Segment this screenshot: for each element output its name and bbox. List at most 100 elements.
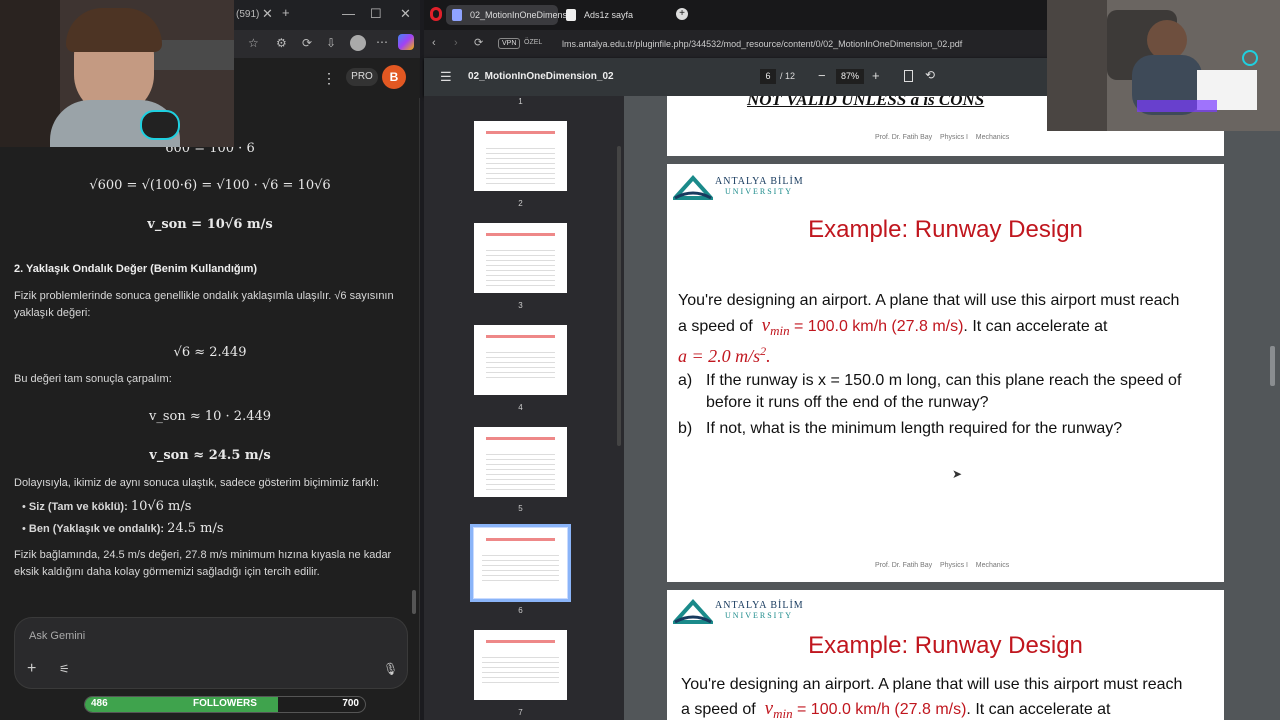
ask-gemini-box[interactable]: Ask Gemini + ⚟ 🎙: [14, 617, 408, 689]
slide-intro-line1: You're designing an airport. A plane tha…: [681, 676, 1183, 693]
microphone-icon[interactable]: 🎙: [383, 662, 398, 676]
followers-current: 486: [91, 698, 108, 709]
opera-logo-icon[interactable]: [430, 7, 442, 21]
paragraph-3: Dolayısıyla, ikimiz de aynı sonuca ulaşt…: [14, 477, 379, 489]
mouse-cursor-icon: ➤: [952, 467, 963, 481]
fit-page-icon[interactable]: [904, 70, 913, 82]
microphone-device: [140, 110, 180, 140]
thumb-number: 7: [518, 708, 523, 717]
followers-goal-bar: 486 FOLLOWERS 700: [84, 696, 366, 713]
thumb-number: 2: [518, 199, 523, 208]
thumbnail-page[interactable]: [474, 223, 567, 293]
question-b: If not, what is the minimum length requi…: [706, 420, 1123, 437]
paragraph-4: Fizik bağlamında, 24.5 m/s değeri, 27.8 …: [14, 549, 392, 578]
equation-5: v_son ≈ 10 · 2.449: [148, 409, 272, 424]
equation-6: v_son ≈ 24.5 m/s: [149, 448, 271, 463]
new-tab-icon[interactable]: +: [282, 5, 290, 20]
bullet-item: • Siz (Tam ve köklü): 10√6 m/s: [22, 499, 192, 514]
logo-text-line2: UNIVERSITY: [725, 611, 793, 620]
paragraph-1: Fizik problemlerinde sonuca genellikle o…: [14, 290, 394, 319]
pdf-page-current: ANTALYA BİLİM UNIVERSITY Example: Runway…: [667, 164, 1224, 582]
webcam-overlay-2: [1047, 0, 1280, 131]
paragraph-2: Bu değeri tam sonuçla çarpalım:: [14, 373, 172, 385]
new-tab-icon[interactable]: +: [676, 8, 688, 20]
sync-icon[interactable]: ⟳: [302, 36, 312, 50]
webcam-overlay: [0, 0, 234, 147]
sidebar-menu-icon[interactable]: ☰: [440, 69, 452, 85]
thumbnail-page[interactable]: [474, 630, 567, 700]
equation-2: √600 = √(100·6) = √100 · √6 = 10√6: [89, 178, 331, 193]
zoom-out-icon[interactable]: −: [818, 68, 826, 83]
tab-label: Ads1z sayfa: [584, 10, 634, 20]
plus-icon[interactable]: +: [27, 660, 36, 678]
keyboard-light: [1137, 100, 1217, 112]
question-a-line1: If the runway is x = 150.0 m long, can t…: [706, 372, 1182, 389]
back-icon[interactable]: ‹: [432, 37, 436, 49]
url-field[interactable]: lms.antalya.edu.tr/pluginfile.php/344532…: [562, 39, 962, 49]
ask-input[interactable]: Ask Gemini: [29, 630, 85, 642]
minimize-icon[interactable]: —: [342, 6, 355, 21]
tab-label: 02_MotionInOneDimensio: [470, 10, 575, 20]
bullet-item: • Ben (Yaklaşık ve ondalık): 24.5 m/s: [22, 521, 224, 536]
thumbnail-page-active[interactable]: [474, 528, 567, 598]
page-number-input[interactable]: 6: [760, 69, 776, 84]
university-logo: [670, 598, 716, 629]
kebab-menu-icon[interactable]: ⋮: [322, 70, 336, 87]
pdf-page-next: ANTALYA BİLİM UNIVERSITY Example: Runway…: [667, 590, 1224, 720]
page-total: / 12: [780, 71, 796, 81]
close-window-icon[interactable]: ✕: [400, 6, 411, 22]
zoom-field[interactable]: 87%: [836, 69, 864, 84]
bullet-value: 10√6 m/s: [130, 499, 192, 514]
extension-icon[interactable]: ⚙: [276, 36, 287, 50]
forward-icon[interactable]: ›: [454, 37, 458, 49]
logo-text-line1: ANTALYA BİLİM: [715, 600, 804, 611]
close-tab-icon[interactable]: ✕: [262, 6, 273, 22]
thumb-number: 5: [518, 504, 523, 513]
question-b-label: b): [678, 420, 693, 437]
tab-count: (591): [236, 9, 260, 20]
footer: Prof. Dr. Fatih Bay Physics I Mechanics: [875, 562, 1010, 569]
tools-icon[interactable]: ⚟: [59, 662, 70, 676]
zoom-in-icon[interactable]: +: [872, 68, 880, 83]
scrollbar[interactable]: [412, 590, 416, 614]
headphones: [1242, 50, 1258, 66]
logo-text-line2: UNIVERSITY: [725, 187, 793, 196]
maximize-icon[interactable]: ☐: [370, 6, 382, 22]
tab-blank[interactable]: Ads1z sayfa: [560, 5, 670, 25]
logo-text-line1: ANTALYA BİLİM: [715, 176, 804, 187]
reload-icon[interactable]: ⟳: [474, 36, 483, 49]
thumbnail-sidebar: 1 2 3 4 5 6 7: [424, 96, 624, 720]
vpn-badge[interactable]: VPN: [498, 38, 521, 49]
viewer-scrollbar[interactable]: [1270, 346, 1275, 386]
avatar[interactable]: B: [382, 65, 406, 89]
thumbnail-scrollbar[interactable]: [617, 146, 621, 446]
download-icon[interactable]: ⇩: [326, 36, 336, 50]
footer: Prof. Dr. Fatih Bay Physics I Mechanics: [875, 134, 1010, 141]
rotate-icon[interactable]: ⟲: [925, 68, 935, 82]
bullet-label: Siz (Tam ve köklü):: [28, 501, 128, 513]
question-a-label: a): [678, 372, 693, 389]
previous-page-title: NOT VALID UNLESS a is CONS: [747, 96, 985, 109]
tab-pdf[interactable]: 02_MotionInOneDimensio: [446, 5, 574, 25]
thumbnail-page[interactable]: [474, 427, 567, 497]
gemini-window: (591) ✕ + — ☐ ✕ ☆ ⚙ ⟳ ⇩ ⋯ ⋮ PRO B 600 = …: [0, 0, 420, 720]
thumb-number: 6: [518, 606, 523, 615]
followers-label: FOLLOWERS: [193, 698, 257, 709]
university-logo: [670, 174, 716, 205]
menu-icon[interactable]: ⋯: [376, 35, 388, 49]
profile-icon[interactable]: [350, 35, 366, 51]
slide-intro-line1: You're designing an airport. A plane tha…: [678, 292, 1180, 309]
thumb-number: 4: [518, 403, 523, 412]
copilot-icon[interactable]: [398, 34, 414, 50]
pdf-viewer: NOT VALID UNLESS a is CONS Prof. Dr. Fat…: [624, 96, 1280, 720]
opera-window: 02_MotionInOneDimensio Ads1z sayfa + ‹ ›…: [424, 0, 1280, 720]
star-icon[interactable]: ☆: [248, 36, 259, 50]
slide-acceleration: a = 2.0 m/s2.: [678, 344, 771, 366]
question-a-line2: before it runs off the end of the runway…: [706, 394, 989, 411]
bullet-label: Ben (Yaklaşık ve ondalık):: [28, 523, 165, 535]
section-heading: 2. Yaklaşık Ondalık Değer (Benim Kulland…: [14, 263, 258, 275]
thumb-number: 1: [518, 97, 523, 106]
pro-badge[interactable]: PRO: [346, 68, 378, 86]
thumbnail-page[interactable]: [474, 325, 567, 395]
thumbnail-page[interactable]: [474, 121, 567, 191]
